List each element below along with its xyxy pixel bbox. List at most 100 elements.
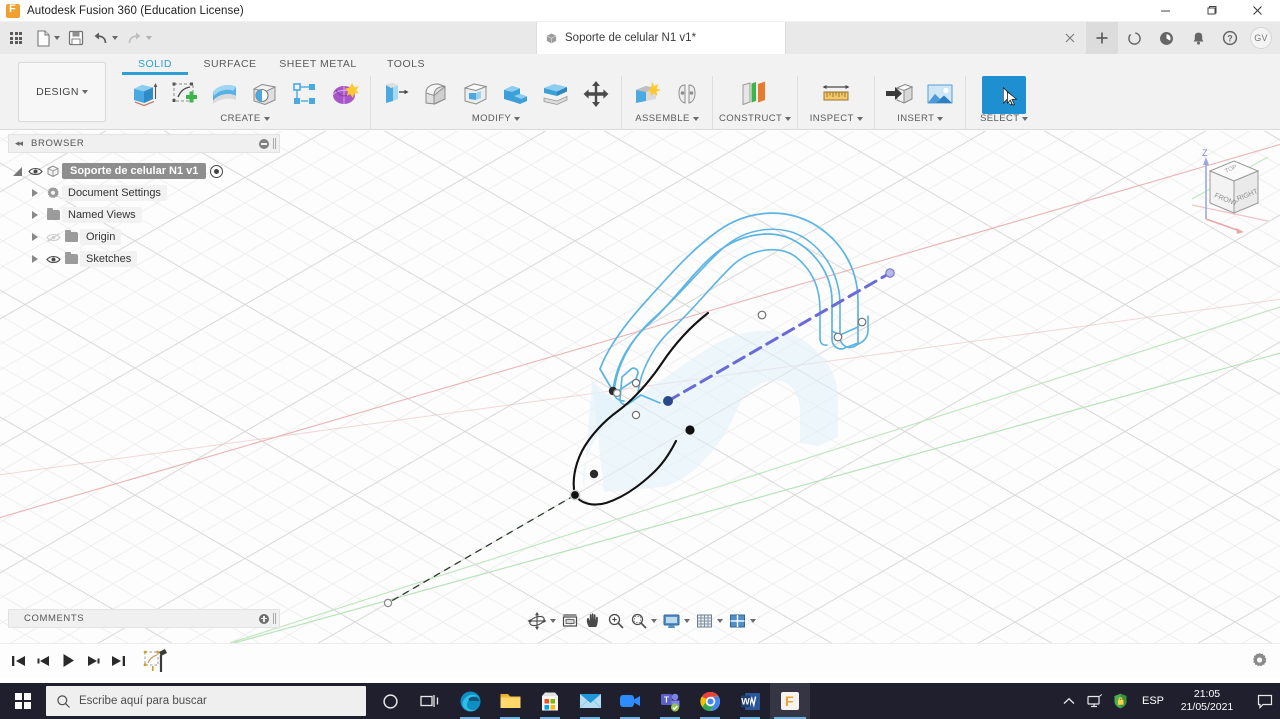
tree-node-root-component[interactable]: Soporte de celular N1 v1 xyxy=(8,160,280,182)
extrude-icon[interactable] xyxy=(126,76,164,112)
tree-node-sketches[interactable]: Sketches xyxy=(8,248,280,270)
language-indicator[interactable]: ESP xyxy=(1142,695,1164,707)
user-avatar[interactable]: GV xyxy=(1250,27,1272,49)
collapse-left-icon[interactable]: ◂◂ xyxy=(15,138,23,149)
view-cube[interactable]: Z FRONT RIGHT TOP xyxy=(1178,143,1274,235)
security-icon[interactable] xyxy=(1108,683,1134,719)
visibility-eye-icon[interactable] xyxy=(26,166,44,177)
fusion360-taskbar-icon[interactable]: F xyxy=(770,683,810,719)
form-icon[interactable] xyxy=(326,76,364,112)
tree-node-origin[interactable]: Origin xyxy=(8,226,280,248)
show-hidden-icons[interactable] xyxy=(1056,683,1082,719)
panel-select-label-row[interactable]: SELECT xyxy=(972,113,1036,124)
panel-assemble-label-row[interactable]: ASSEMBLE xyxy=(628,113,706,124)
insert-derive-icon[interactable] xyxy=(881,76,919,112)
pan-icon[interactable] xyxy=(582,610,604,632)
revolve-icon[interactable] xyxy=(246,76,284,112)
expand-triangle-icon[interactable] xyxy=(26,211,44,219)
shell-icon[interactable] xyxy=(457,76,495,112)
undo-caret-icon[interactable] xyxy=(112,36,118,40)
expand-triangle-icon[interactable] xyxy=(26,233,44,241)
move-copy-icon[interactable] xyxy=(577,76,615,112)
go-to-end-icon[interactable] xyxy=(110,653,126,669)
notifications-icon[interactable] xyxy=(1182,22,1214,54)
step-back-icon[interactable] xyxy=(35,653,51,669)
workspace-switcher[interactable]: DESIGN xyxy=(18,62,106,122)
look-at-icon[interactable] xyxy=(559,610,581,632)
step-forward-icon[interactable] xyxy=(85,653,101,669)
tab-surface[interactable]: SURFACE xyxy=(190,58,270,70)
viewports-caret-icon[interactable] xyxy=(750,619,756,623)
panel-construct-label-row[interactable]: CONSTRUCT xyxy=(719,113,792,124)
panel-modify-label-row[interactable]: MODIFY xyxy=(377,113,615,124)
windows-start-icon[interactable] xyxy=(0,683,46,719)
redo-caret-icon[interactable] xyxy=(146,36,152,40)
teams-icon[interactable]: T xyxy=(650,683,690,719)
save-icon[interactable] xyxy=(64,25,88,51)
chrome-icon[interactable] xyxy=(690,683,730,719)
measure-icon[interactable] xyxy=(817,76,855,112)
cortana-icon[interactable] xyxy=(370,683,410,719)
zoom-icon[interactable] xyxy=(610,683,650,719)
create-sketch-icon[interactable] xyxy=(166,76,204,112)
tree-node-named-views[interactable]: Named Views xyxy=(8,204,280,226)
action-center-icon[interactable] xyxy=(1250,683,1280,719)
tree-node-document-settings[interactable]: Document Settings xyxy=(8,182,280,204)
orbit-icon[interactable] xyxy=(525,610,558,632)
visibility-eye-icon[interactable] xyxy=(44,254,62,265)
extensions-icon[interactable] xyxy=(1150,22,1182,54)
minimize-icon[interactable] xyxy=(1142,0,1188,22)
fit-caret-icon[interactable] xyxy=(651,619,657,623)
close-tab-icon[interactable] xyxy=(1054,22,1086,54)
new-file-icon[interactable] xyxy=(32,25,64,51)
expand-triangle-icon[interactable] xyxy=(26,189,44,197)
activate-component-radio[interactable] xyxy=(210,164,224,178)
go-to-beginning-icon[interactable] xyxy=(10,653,26,669)
visibility-eye-off-icon[interactable] xyxy=(44,232,62,243)
help-icon[interactable]: ? xyxy=(1214,22,1246,54)
viewports-icon[interactable] xyxy=(726,610,758,632)
close-icon[interactable] xyxy=(1234,0,1280,22)
undo-icon[interactable] xyxy=(88,25,122,51)
timeline-feature-sketch[interactable] xyxy=(142,648,168,674)
timeline-settings-icon[interactable] xyxy=(1251,652,1268,674)
task-view-icon[interactable] xyxy=(410,683,450,719)
word-icon[interactable]: W xyxy=(730,683,770,719)
document-tab[interactable]: Soporte de celular N1 v1* xyxy=(536,22,786,54)
job-status-icon[interactable] xyxy=(1118,22,1150,54)
new-tab-icon[interactable] xyxy=(1086,22,1118,54)
tab-tools[interactable]: TOOLS xyxy=(366,58,446,70)
split-body-icon[interactable] xyxy=(537,76,575,112)
tab-sheet-metal[interactable]: SHEET METAL xyxy=(270,58,366,70)
insert-canvas-icon[interactable] xyxy=(921,76,959,112)
display-settings-caret-icon[interactable] xyxy=(684,619,690,623)
orbit-caret-icon[interactable] xyxy=(550,619,556,623)
maximize-icon[interactable] xyxy=(1188,0,1234,22)
press-pull-icon[interactable] xyxy=(377,76,415,112)
microsoft-store-icon[interactable] xyxy=(530,683,570,719)
zoom-icon[interactable] xyxy=(605,610,627,632)
expand-triangle-root-icon[interactable] xyxy=(8,166,26,176)
panel-create-label-row[interactable]: CREATE xyxy=(126,113,364,124)
construction-line-endpoint[interactable] xyxy=(885,268,895,278)
network-icon[interactable] xyxy=(1082,683,1108,719)
app-grid-icon[interactable] xyxy=(6,25,26,51)
add-comment-icon[interactable] xyxy=(259,613,269,624)
panel-insert-label-row[interactable]: INSERT xyxy=(881,113,959,124)
joint-icon[interactable] xyxy=(668,76,706,112)
offset-plane-icon[interactable] xyxy=(735,76,773,112)
grid-snaps-caret-icon[interactable] xyxy=(717,619,723,623)
clock[interactable]: 21:05 21/05/2021 xyxy=(1172,688,1242,714)
new-file-caret-icon[interactable] xyxy=(54,36,60,40)
grid-snaps-icon[interactable] xyxy=(693,610,725,632)
tab-solid[interactable]: SOLID xyxy=(120,58,190,75)
sheet-metal-flange-icon[interactable] xyxy=(286,76,324,112)
new-component-icon[interactable] xyxy=(628,76,666,112)
search-input[interactable]: Escribe aquí para buscar xyxy=(46,686,366,716)
file-explorer-icon[interactable] xyxy=(490,683,530,719)
expand-triangle-icon[interactable] xyxy=(26,255,44,263)
play-icon[interactable] xyxy=(60,653,76,669)
fit-icon[interactable] xyxy=(628,610,659,632)
redo-icon[interactable] xyxy=(122,25,156,51)
panel-inspect-label-row[interactable]: INSPECT xyxy=(804,113,868,124)
